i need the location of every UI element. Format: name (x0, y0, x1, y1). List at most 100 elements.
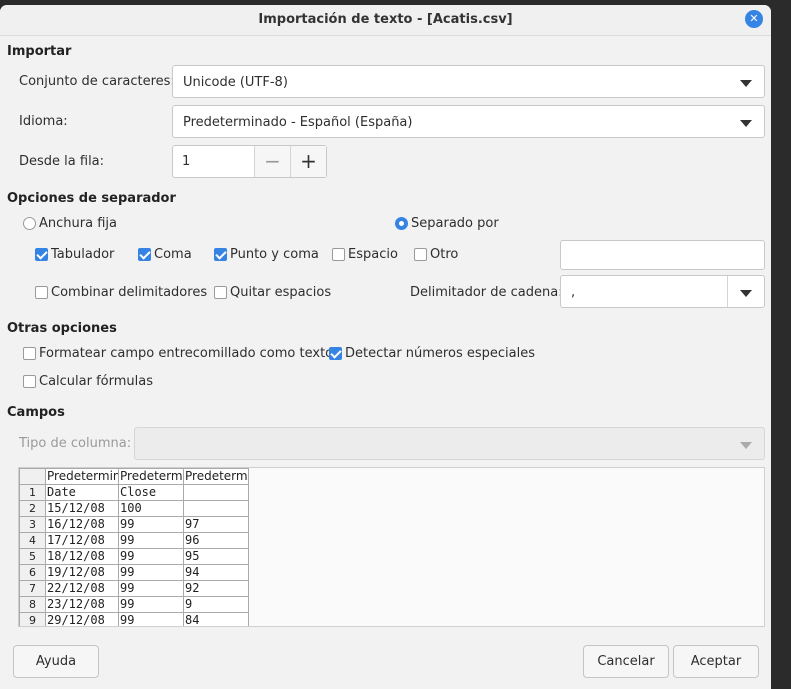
table-cell: 23/12/08 (45, 596, 119, 613)
charset-label: Conjunto de caracteres: (19, 74, 175, 89)
table-row: 4 17/12/08 99 96 (19, 532, 249, 549)
other-label[interactable]: Otro (430, 247, 458, 262)
table-cell (183, 500, 249, 517)
language-combo[interactable]: Predeterminado - Español (España) (172, 105, 765, 138)
title-bar[interactable]: Importación de texto - [Acatis.csv] ✕ (0, 5, 771, 36)
other-checkbox[interactable] (414, 248, 427, 261)
column-type-label: Tipo de columna: (19, 436, 132, 451)
from-row-stepper[interactable]: 1 − + (172, 145, 327, 178)
detect-special-label[interactable]: Detectar números especiales (345, 346, 535, 361)
table-cell: Close (118, 484, 184, 501)
close-icon[interactable]: ✕ (745, 10, 763, 28)
table-cell: 15/12/08 (45, 500, 119, 517)
row-number: 5 (19, 548, 46, 565)
language-value: Predeterminado - Español (España) (183, 115, 413, 130)
section-fields: Campos (7, 405, 65, 420)
table-cell (183, 484, 249, 501)
merge-delimiters-label[interactable]: Combinar delimitadores (51, 285, 207, 300)
cancel-button[interactable]: Cancelar (583, 645, 669, 678)
table-cell: 99 (118, 612, 184, 626)
preview-table: Predetermin Predeterm Predeterm 1 Date Close 2… (19, 468, 249, 626)
table-cell: 100 (118, 500, 184, 517)
column-type-combo[interactable] (134, 427, 765, 460)
merge-delimiters-checkbox[interactable] (35, 286, 48, 299)
table-cell: 19/12/08 (45, 564, 119, 581)
corner-cell (19, 468, 46, 485)
trim-spaces-checkbox[interactable] (214, 286, 227, 299)
from-row-value: 1 (182, 154, 191, 169)
table-cell: 99 (118, 532, 184, 549)
semicolon-label[interactable]: Punto y coma (230, 247, 319, 262)
column-header[interactable]: Predeterm (183, 468, 249, 485)
row-number: 1 (19, 484, 46, 501)
detect-special-checkbox[interactable] (329, 347, 342, 360)
from-row-label: Desde la fila: (19, 154, 105, 169)
row-number: 9 (19, 612, 46, 626)
row-number: 6 (19, 564, 46, 581)
other-separator-input[interactable] (560, 240, 765, 270)
combo-divider (727, 276, 728, 307)
separated-by-label[interactable]: Separado por (411, 216, 499, 231)
chevron-down-icon (740, 80, 752, 87)
table-cell: 99 (118, 548, 184, 565)
increment-button[interactable]: + (290, 146, 326, 177)
charset-combo[interactable]: Unicode (UTF-8) (172, 65, 765, 98)
format-quoted-label[interactable]: Formatear campo entrecomillado como text… (39, 346, 333, 361)
trim-spaces-label[interactable]: Quitar espacios (230, 285, 331, 300)
table-row: 5 18/12/08 99 95 (19, 548, 249, 565)
comma-label[interactable]: Coma (154, 247, 192, 262)
decrement-button[interactable]: − (254, 146, 290, 177)
row-number: 8 (19, 596, 46, 613)
separated-by-radio[interactable] (395, 217, 408, 230)
table-cell: 99 (118, 596, 184, 613)
string-delimiter-label: Delimitador de cadena: (410, 285, 563, 300)
table-cell: 97 (183, 516, 249, 533)
row-number: 3 (19, 516, 46, 533)
fixed-width-label[interactable]: Anchura fija (39, 216, 117, 231)
header-row: Predetermin Predeterm Predeterm (19, 468, 249, 485)
column-header[interactable]: Predetermin (45, 468, 119, 485)
row-number: 7 (19, 580, 46, 597)
chevron-down-icon (740, 120, 752, 127)
tab-label[interactable]: Tabulador (51, 247, 114, 262)
text-import-dialog: Importación de texto - [Acatis.csv] ✕ Im… (0, 5, 771, 689)
table-cell: 22/12/08 (45, 580, 119, 597)
comma-checkbox[interactable] (138, 248, 151, 261)
row-number: 4 (19, 532, 46, 549)
table-cell: 9 (183, 596, 249, 613)
chevron-down-icon (740, 290, 752, 297)
table-row: 8 23/12/08 99 9 (19, 596, 249, 613)
format-quoted-checkbox[interactable] (23, 347, 36, 360)
semicolon-checkbox[interactable] (214, 248, 227, 261)
fixed-width-radio[interactable] (23, 217, 36, 230)
tab-checkbox[interactable] (35, 248, 48, 261)
table-cell: 99 (118, 564, 184, 581)
fields-preview[interactable]: Predetermin Predeterm Predeterm 1 Date Close 2… (18, 467, 765, 627)
accept-button[interactable]: Aceptar (673, 645, 759, 678)
string-delimiter-combo[interactable]: , (560, 275, 765, 308)
table-row: 7 22/12/08 99 92 (19, 580, 249, 597)
table-cell: 92 (183, 580, 249, 597)
table-cell: 95 (183, 548, 249, 565)
space-checkbox[interactable] (332, 248, 345, 261)
section-separator: Opciones de separador (7, 191, 176, 206)
evaluate-formulas-label[interactable]: Calcular fórmulas (39, 374, 153, 389)
language-label: Idioma: (19, 114, 68, 129)
table-cell: Date (45, 484, 119, 501)
table-cell: 17/12/08 (45, 532, 119, 549)
row-number: 2 (19, 500, 46, 517)
dialog-title: Importación de texto - [Acatis.csv] (258, 12, 513, 27)
help-button[interactable]: Ayuda (13, 645, 99, 678)
evaluate-formulas-checkbox[interactable] (23, 375, 36, 388)
section-import: Importar (7, 44, 72, 59)
table-cell: 29/12/08 (45, 612, 119, 626)
table-row: 2 15/12/08 100 (19, 500, 249, 517)
column-header[interactable]: Predeterm (118, 468, 184, 485)
section-other-options: Otras opciones (7, 321, 117, 336)
table-cell: 84 (183, 612, 249, 626)
space-label[interactable]: Espacio (348, 247, 398, 262)
table-row: 9 29/12/08 99 84 (19, 612, 249, 626)
charset-value: Unicode (UTF-8) (183, 75, 288, 90)
string-delimiter-value: , (571, 285, 576, 300)
table-cell: 18/12/08 (45, 548, 119, 565)
